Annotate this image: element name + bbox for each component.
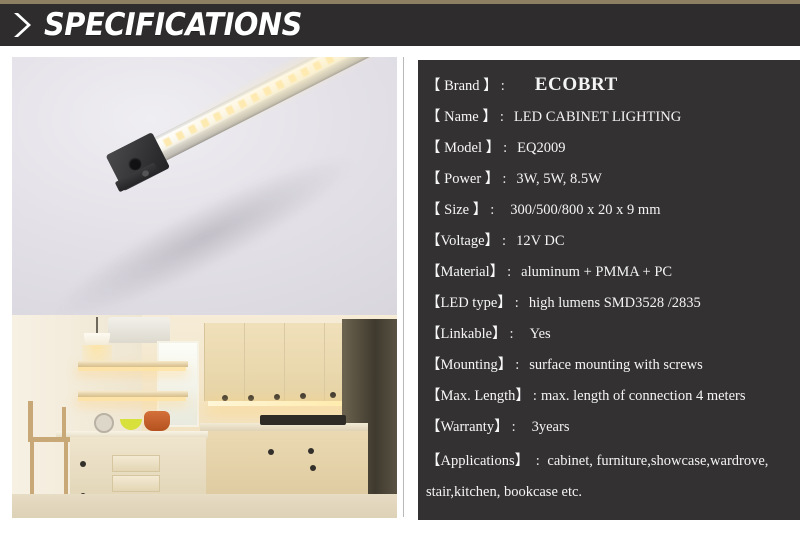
cabinet-seam (284, 323, 285, 401)
spec-row-material: 【Material】 : aluminum + PMMA + PC (426, 260, 800, 291)
stove-top (260, 415, 346, 425)
spec-row-mounting: 【Mounting】 : surface mounting with screw… (426, 353, 800, 384)
cabinet-knob (300, 393, 306, 399)
spec-colon: : (490, 202, 495, 218)
product-image-column (12, 57, 397, 518)
shelf-led-strip-lower (78, 397, 186, 401)
air-conditioner (108, 317, 170, 343)
spec-colon: : (503, 140, 508, 156)
spec-value-power: 3W, 5W, 8.5W (516, 171, 602, 187)
spec-row-led-type: 【LED type】 : high lumens SMD3528 /2835 (426, 291, 800, 322)
spec-label-brand: 【 Brand 】 (426, 78, 498, 94)
spec-row-voltage: 【Voltage】 : 12V DC (426, 229, 800, 260)
spec-value-linkable: Yes (529, 326, 551, 342)
spec-row-model: 【 Model 】 : EQ2009 (426, 136, 800, 167)
chair-back (62, 407, 66, 441)
table-fan (94, 413, 114, 433)
spec-value-model: EQ2009 (517, 140, 566, 156)
cabinet-knob (274, 394, 280, 400)
spec-row-size: 【 Size 】 : 300/500/800 x 20 x 9 mm (426, 198, 800, 229)
cabinet-knob (310, 465, 316, 471)
spec-value-brand: ECOBRT (534, 74, 618, 95)
cabinet-knob (268, 449, 274, 455)
spec-colon: : (514, 295, 519, 311)
spec-row-warranty: 【Warranty】 : 3years (426, 415, 800, 446)
chevron-right-icon (14, 13, 31, 37)
page-title: SPECIFICATIONS (44, 6, 302, 43)
spec-colon: : (507, 264, 512, 280)
product-photo (12, 57, 397, 315)
cabinet-seam (244, 323, 245, 401)
cabinet-seam (324, 323, 325, 401)
spec-row-applications: 【Applications】 : cabinet, furniture,show… (426, 446, 800, 508)
spec-label-power: 【 Power 】 (426, 171, 500, 187)
section-header-bar: SPECIFICATIONS (0, 4, 800, 46)
spec-label-warranty: 【Warranty】 (426, 419, 509, 435)
spec-label-voltage: 【Voltage】 (426, 233, 500, 249)
specifications-panel: 【 Brand 】 : ECOBRT 【 Name 】 : LED CABINE… (418, 60, 800, 520)
column-divider (403, 57, 404, 517)
spec-label-mounting: 【Mounting】 (426, 357, 513, 373)
spec-row-power: 【 Power 】 : 3W, 5W, 8.5W (426, 167, 800, 198)
shelf-led-strip-upper (78, 367, 186, 371)
spec-value-warranty: 3years (531, 419, 570, 435)
spec-label-led-type: 【LED type】 (426, 295, 512, 311)
spec-label-name: 【 Name 】 (426, 109, 497, 125)
spec-colon: : (535, 453, 540, 469)
spec-colon: : (532, 388, 537, 404)
spec-value-size: 300/500/800 x 20 x 9 mm (510, 202, 661, 218)
cabinet-knob (308, 448, 314, 454)
spec-value-material: aluminum + PMMA + PC (521, 264, 673, 280)
cabinet-knob (330, 392, 336, 398)
spec-label-model: 【 Model 】 (426, 140, 501, 156)
spec-row-brand: 【 Brand 】 : ECOBRT (426, 74, 800, 105)
spec-row-linkable: 【Linkable】 : Yes (426, 322, 800, 353)
spec-colon: : (502, 233, 507, 249)
chair-back (28, 401, 33, 441)
island-drawer (112, 475, 160, 492)
spec-label-material: 【Material】 (426, 264, 505, 280)
spec-row-max-length: 【Max. Length】 : max. length of connectio… (426, 384, 800, 415)
spec-value-voltage: 12V DC (516, 233, 565, 249)
kitchen-floor (12, 494, 397, 518)
island-knob (80, 461, 86, 467)
orange-pot (144, 411, 170, 431)
spec-colon: : (515, 357, 520, 373)
spec-colon: : (509, 326, 514, 342)
spec-colon: : (499, 109, 504, 125)
spec-colon: : (502, 171, 507, 187)
island-drawer (112, 455, 160, 472)
spec-label-max-length: 【Max. Length】 (426, 388, 530, 404)
spec-colon: : (500, 78, 505, 94)
spec-value-name: LED CABINET LIGHTING (513, 109, 682, 125)
spec-label-applications: 【Applications】 (426, 453, 530, 469)
under-cabinet-led-strip (208, 401, 360, 406)
spec-value-max-length: max. length of connection 4 meters (540, 388, 746, 404)
spec-value-mounting: surface mounting with screws (529, 357, 703, 373)
application-photo (12, 315, 397, 518)
spec-label-linkable: 【Linkable】 (426, 326, 507, 342)
spec-value-led-type: high lumens SMD3528 /2835 (528, 295, 701, 311)
spec-label-size: 【 Size 】 (426, 202, 488, 218)
spec-colon: : (511, 419, 516, 435)
spec-row-name: 【 Name 】 : LED CABINET LIGHTING (426, 105, 800, 136)
